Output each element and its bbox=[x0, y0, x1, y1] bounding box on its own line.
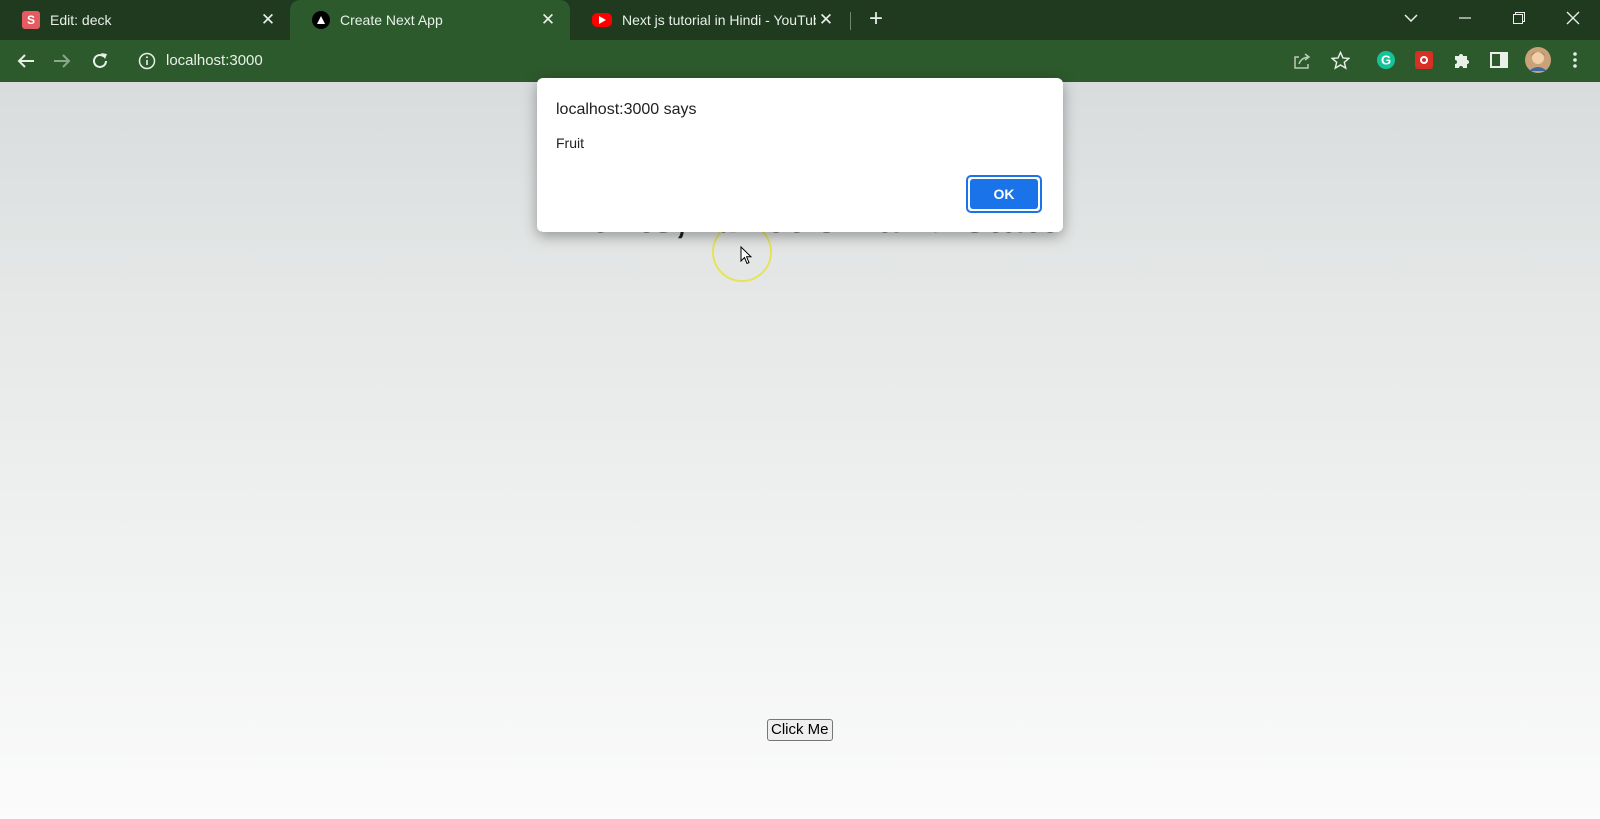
browser-toolbar: localhost:3000 G bbox=[0, 40, 1600, 82]
dialog-message: Fruit bbox=[556, 135, 584, 151]
tab-youtube[interactable]: Next js tutorial in Hindi - YouTub ✕ bbox=[570, 0, 848, 40]
tab-strip: S Edit: deck ✕ Create Next App ✕ Next js… bbox=[0, 0, 1600, 40]
kebab-menu-icon[interactable] bbox=[1564, 49, 1586, 71]
extension-red-icon[interactable] bbox=[1413, 49, 1435, 71]
tab-edit-deck[interactable]: S Edit: deck ✕ bbox=[0, 0, 290, 40]
tab-title: Next js tutorial in Hindi - YouTub bbox=[622, 12, 816, 28]
close-icon[interactable]: ✕ bbox=[538, 10, 558, 30]
ok-button[interactable]: OK bbox=[966, 175, 1042, 213]
tab-title: Edit: deck bbox=[50, 12, 112, 28]
grammarly-icon[interactable]: G bbox=[1375, 49, 1397, 71]
bookmark-star-icon[interactable] bbox=[1330, 50, 1351, 75]
ok-button-label: OK bbox=[970, 179, 1038, 209]
tab-search-chevron-icon[interactable] bbox=[1388, 0, 1434, 36]
tab-create-next-app[interactable]: Create Next App ✕ bbox=[290, 0, 570, 40]
click-me-button[interactable]: Click Me bbox=[767, 719, 833, 741]
minimize-icon[interactable] bbox=[1442, 0, 1488, 36]
close-window-icon[interactable] bbox=[1550, 0, 1596, 36]
svg-text:G: G bbox=[1381, 53, 1391, 68]
mouse-cursor-icon bbox=[740, 246, 752, 265]
dialog-title: localhost:3000 says bbox=[556, 101, 697, 118]
nextjs-triangle-icon bbox=[312, 11, 330, 29]
address-bar[interactable]: localhost:3000 bbox=[128, 45, 1351, 77]
back-arrow-icon[interactable] bbox=[12, 47, 40, 75]
tab-title: Create Next App bbox=[340, 12, 443, 28]
close-icon[interactable]: ✕ bbox=[258, 10, 278, 30]
forward-arrow-icon[interactable] bbox=[48, 47, 76, 75]
sidepanel-icon[interactable] bbox=[1488, 49, 1510, 71]
info-icon[interactable] bbox=[138, 52, 156, 75]
address-url: localhost:3000 bbox=[166, 52, 263, 69]
close-icon[interactable]: ✕ bbox=[816, 10, 836, 30]
share-icon[interactable] bbox=[1293, 52, 1311, 75]
puzzle-icon[interactable] bbox=[1451, 49, 1473, 71]
reload-icon[interactable] bbox=[86, 47, 114, 75]
alert-dialog: localhost:3000 says Fruit OK bbox=[537, 78, 1063, 232]
youtube-icon bbox=[592, 13, 612, 27]
s-app-icon: S bbox=[22, 11, 40, 29]
profile-avatar[interactable] bbox=[1525, 47, 1551, 73]
restore-icon[interactable] bbox=[1496, 0, 1542, 36]
tab-separator bbox=[850, 12, 851, 30]
new-tab-plus-icon[interactable]: + bbox=[864, 7, 888, 32]
